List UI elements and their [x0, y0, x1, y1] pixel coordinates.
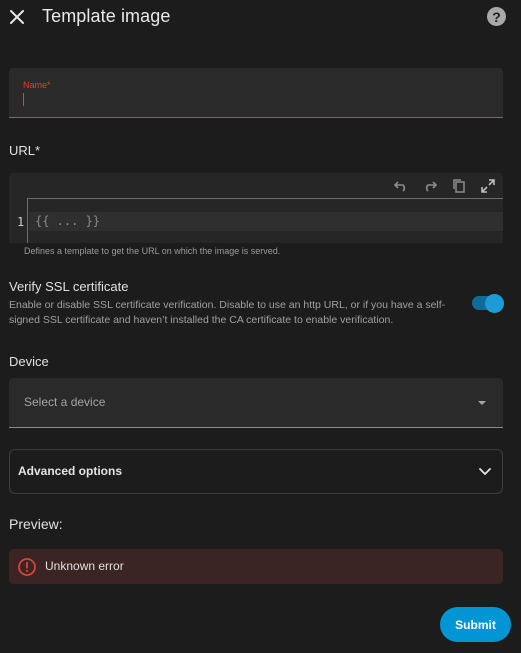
- device-placeholder: Select a device: [24, 395, 106, 409]
- redo-icon[interactable]: [420, 177, 439, 196]
- device-label: Device: [9, 354, 49, 369]
- url-template-editor[interactable]: 1 {{ ... }}: [9, 173, 503, 243]
- line-number: 1: [17, 215, 25, 229]
- dialog-title: Template image: [42, 6, 171, 26]
- close-icon: [10, 10, 24, 24]
- verify-ssl-title: Verify SSL certificate: [9, 279, 129, 294]
- help-circle-icon: ?: [492, 8, 501, 25]
- dropdown-arrow-icon: [478, 401, 486, 405]
- verify-ssl-description: Enable or disable SSL certificate verifi…: [9, 299, 446, 326]
- text-cursor: [23, 93, 24, 106]
- active-line-highlight: [29, 212, 503, 231]
- copy-icon[interactable]: [449, 177, 468, 196]
- error-alert: Unknown error: [9, 549, 503, 584]
- chevron-down-icon: [479, 468, 491, 475]
- advanced-options-expander[interactable]: Advanced options: [9, 449, 503, 494]
- name-field-label: Name*: [23, 80, 51, 90]
- editor-toolbar: [391, 176, 497, 196]
- code-placeholder: {{ ... }}: [35, 214, 101, 228]
- name-field[interactable]: Name*: [9, 68, 503, 118]
- url-helper-text: Defines a template to get the URL on whi…: [24, 246, 281, 256]
- device-select[interactable]: Select a device: [9, 378, 503, 428]
- close-button[interactable]: [4, 4, 30, 30]
- toggle-thumb[interactable]: [485, 294, 504, 313]
- error-message: Unknown error: [45, 559, 124, 573]
- preview-label: Preview:: [9, 516, 63, 532]
- url-label: URL*: [9, 143, 41, 158]
- advanced-options-label: Advanced options: [18, 464, 123, 478]
- undo-icon[interactable]: [391, 177, 410, 196]
- submit-button[interactable]: Submit: [440, 607, 511, 642]
- fullscreen-icon[interactable]: [478, 177, 497, 196]
- error-icon: [18, 558, 36, 576]
- help-button[interactable]: ?: [487, 7, 506, 26]
